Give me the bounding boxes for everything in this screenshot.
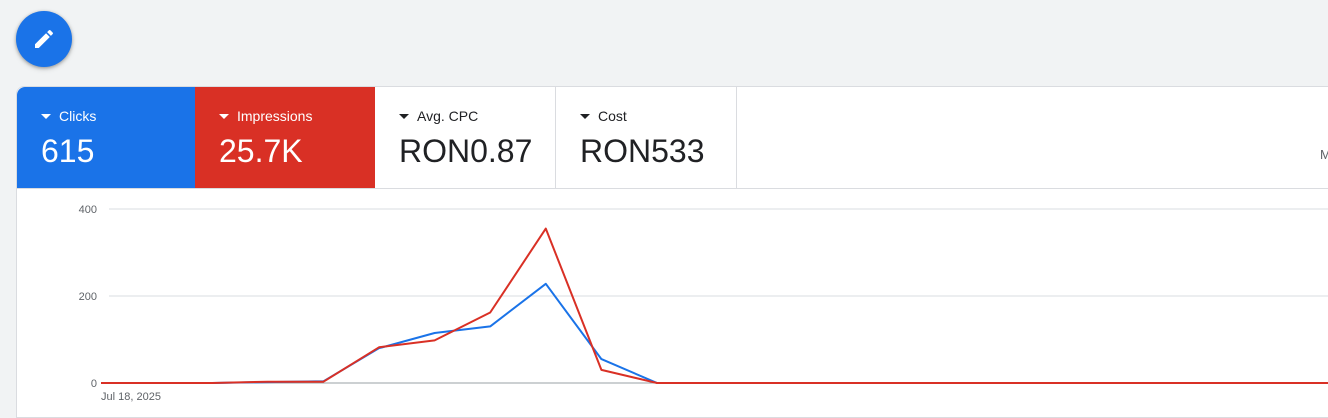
truncated-edge-text: M <box>1320 147 1328 162</box>
scorecard-clicks-label: Clicks <box>59 108 97 124</box>
caret-down-icon <box>580 113 590 119</box>
performance-card: Clicks 615 Impressions 25.7K Avg. CPC RO… <box>16 86 1328 418</box>
caret-down-icon <box>399 113 409 119</box>
scorecard-cost-label: Cost <box>598 108 627 124</box>
pencil-icon <box>35 29 54 48</box>
caret-down-icon <box>41 113 51 119</box>
chart-grid <box>109 208 1328 384</box>
scorecard-row: Clicks 615 Impressions 25.7K Avg. CPC RO… <box>17 87 1328 189</box>
scorecard-avg-cpc-value: RON0.87 <box>399 133 533 169</box>
caret-down-icon <box>219 113 229 119</box>
y-tick-label: 400 <box>79 204 97 216</box>
scorecard-clicks[interactable]: Clicks 615 <box>17 87 195 188</box>
scorecard-clicks-value: 615 <box>41 133 95 169</box>
scorecard-avg-cpc-label: Avg. CPC <box>417 108 479 124</box>
scorecard-impressions-label-wrap: Impressions <box>219 108 312 124</box>
series-line-clicks <box>101 282 1328 384</box>
y-tick-label: 200 <box>79 291 97 303</box>
scorecard-avg-cpc[interactable]: Avg. CPC RON0.87 <box>375 87 556 188</box>
scorecard-impressions-value: 25.7K <box>219 133 303 169</box>
scorecard-impressions[interactable]: Impressions 25.7K <box>195 87 375 188</box>
chart-y-ticks: 0 200 400 <box>79 204 97 390</box>
scorecard-cost-label-wrap: Cost <box>580 108 627 124</box>
scorecard-cost[interactable]: Cost RON533 <box>556 87 737 188</box>
series-line-impressions <box>101 227 1328 384</box>
y-tick-label: 0 <box>91 378 97 390</box>
scorecard-avg-cpc-label-wrap: Avg. CPC <box>399 108 478 124</box>
scorecard-clicks-label-wrap: Clicks <box>41 108 96 124</box>
scorecard-cost-value: RON533 <box>580 133 705 169</box>
scorecard-impressions-label: Impressions <box>237 108 313 124</box>
chart-lines <box>101 227 1328 384</box>
edit-fab-button[interactable] <box>16 11 72 67</box>
x-axis-first-label: Jul 18, 2025 <box>101 391 161 403</box>
performance-line-chart: 0 200 400 Jul 18, 2025 <box>79 204 1328 403</box>
